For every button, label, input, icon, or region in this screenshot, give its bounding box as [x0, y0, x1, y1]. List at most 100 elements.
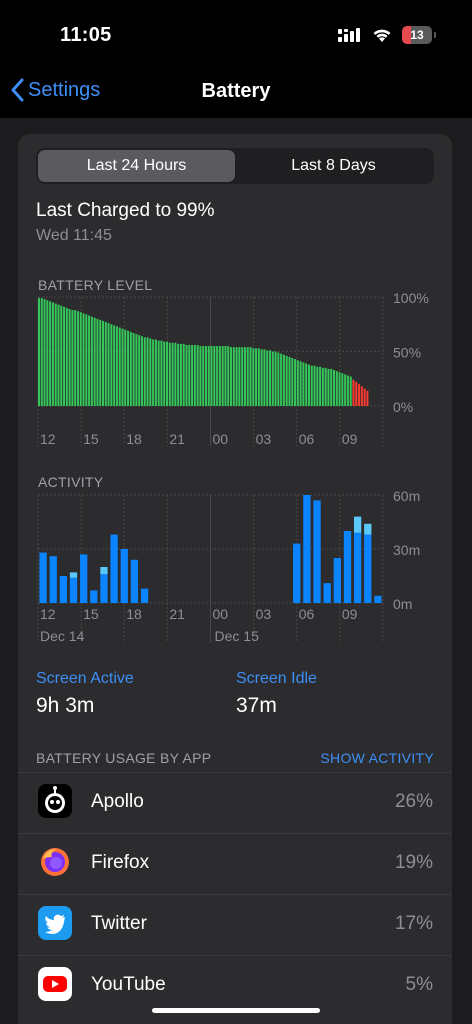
- battery-bar: [196, 344, 199, 406]
- battery-bar: [124, 329, 127, 406]
- activity-bar-screen-on: [343, 531, 352, 603]
- activity-bar-screen-off: [69, 572, 78, 578]
- x-tick-label: 21: [169, 431, 185, 447]
- battery-bar: [344, 374, 347, 406]
- x-tick-label: 21: [169, 606, 185, 622]
- youtube-icon: [38, 967, 72, 1001]
- battery-bar: [199, 346, 202, 406]
- y-tick-label: 60m: [393, 490, 420, 504]
- battery-bar: [235, 347, 238, 406]
- battery-bar: [74, 310, 77, 406]
- app-percent: 26%: [394, 791, 433, 812]
- battery-bar: [282, 354, 285, 406]
- activity-chart: 60m 30m 0m 12 15 18 21 00 03 06 09 Dec 14 Dec 15: [37, 490, 420, 644]
- app-row-apollo[interactable]: Apollo 26%: [18, 772, 452, 833]
- cellular-signal-icon: [338, 28, 360, 42]
- battery-bar: [218, 346, 221, 406]
- battery-bar: [185, 344, 188, 406]
- battery-bar: [243, 347, 246, 406]
- battery-bar: [249, 347, 252, 406]
- battery-bar: [269, 350, 271, 406]
- battery-bar: [280, 353, 283, 406]
- app-row-youtube[interactable]: YouTube 5%: [18, 955, 452, 1016]
- screen-idle-label: Screen Idle: [236, 670, 317, 687]
- activity-bar-screen-on: [120, 549, 128, 603]
- segment-last-8-days[interactable]: Last 8 Days: [235, 150, 432, 182]
- activity-bar-screen-on: [313, 500, 321, 603]
- x-tick-label: 09: [342, 606, 358, 622]
- twitter-icon: [38, 906, 72, 940]
- battery-bar: [310, 365, 313, 406]
- battery-bar: [207, 346, 210, 406]
- battery-bar: [291, 358, 294, 406]
- battery-bar: [341, 373, 344, 406]
- home-indicator[interactable]: [152, 1008, 320, 1013]
- battery-bar: [277, 352, 280, 406]
- activity-bar-screen-on: [353, 532, 362, 603]
- status-icons: 13: [338, 26, 436, 44]
- battery-bar: [324, 367, 327, 406]
- battery-bar: [241, 347, 244, 406]
- battery-bar: [366, 390, 369, 406]
- activity-bar-screen-on: [90, 590, 98, 603]
- last-charged-title: Last Charged to 99%: [36, 200, 215, 221]
- battery-bar: [313, 365, 316, 406]
- battery-bar: [135, 334, 138, 406]
- activity-bar-screen-on: [140, 588, 149, 603]
- activity-bar-screen-on: [364, 534, 372, 603]
- firefox-icon: [38, 845, 72, 879]
- battery-bar: [305, 363, 308, 406]
- battery-bar: [263, 349, 266, 406]
- battery-bar: [104, 322, 107, 406]
- battery-bar: [338, 372, 341, 406]
- battery-bar: [238, 347, 241, 406]
- battery-bar: [257, 348, 260, 406]
- app-row-twitter[interactable]: Twitter 17%: [18, 894, 452, 955]
- battery-bar: [54, 303, 57, 406]
- battery-bar: [252, 348, 255, 406]
- battery-bar: [319, 366, 322, 406]
- activity-bar-screen-on: [293, 543, 301, 603]
- battery-bar: [38, 298, 40, 406]
- battery-bar: [294, 359, 297, 406]
- wifi-icon: [373, 29, 391, 42]
- battery-bar: [285, 355, 288, 406]
- last-charged-time: Wed 11:45: [36, 227, 112, 244]
- battery-bar: [129, 331, 132, 406]
- battery-bar: [99, 319, 102, 406]
- battery-bar: [330, 368, 333, 406]
- show-activity-button[interactable]: SHOW ACTIVITY: [320, 750, 434, 766]
- battery-bar: [221, 346, 224, 406]
- page-title: Battery: [201, 80, 271, 102]
- battery-bar: [107, 323, 110, 406]
- activity-label: ACTIVITY: [38, 474, 104, 490]
- battery-bar: [88, 315, 91, 406]
- battery-bar: [179, 343, 182, 406]
- y-tick-label: 100%: [393, 292, 429, 306]
- battery-level-label: BATTERY LEVEL: [38, 277, 153, 293]
- battery-bar: [79, 312, 82, 406]
- activity-bar-screen-on: [323, 583, 331, 603]
- battery-bar: [174, 342, 177, 406]
- battery-bar: [202, 346, 205, 406]
- y-tick-label: 0%: [393, 399, 413, 415]
- battery-bar: [230, 347, 233, 406]
- battery-bar: [358, 384, 361, 406]
- app-row-firefox[interactable]: Firefox 19%: [18, 833, 452, 894]
- battery-bar: [51, 302, 54, 406]
- status-time: 11:05: [60, 24, 112, 46]
- battery-bar: [182, 343, 185, 406]
- battery-bar: [213, 346, 216, 406]
- battery-bar: [127, 330, 130, 406]
- battery-bar: [355, 382, 358, 406]
- battery-bar: [57, 304, 60, 406]
- battery-bar: [102, 320, 104, 406]
- time-range-segmented-control: Last 24 Hours Last 8 Days: [36, 148, 434, 184]
- battery-bar: [40, 298, 43, 406]
- battery-bar: [71, 310, 74, 406]
- battery-bar: [216, 346, 219, 406]
- battery-bar: [274, 351, 277, 406]
- segment-last-24-hours[interactable]: Last 24 Hours: [38, 150, 235, 182]
- battery-card: Last 24 Hours Last 8 Days Last Charged t…: [18, 134, 452, 1024]
- y-tick-label: 50%: [393, 345, 421, 361]
